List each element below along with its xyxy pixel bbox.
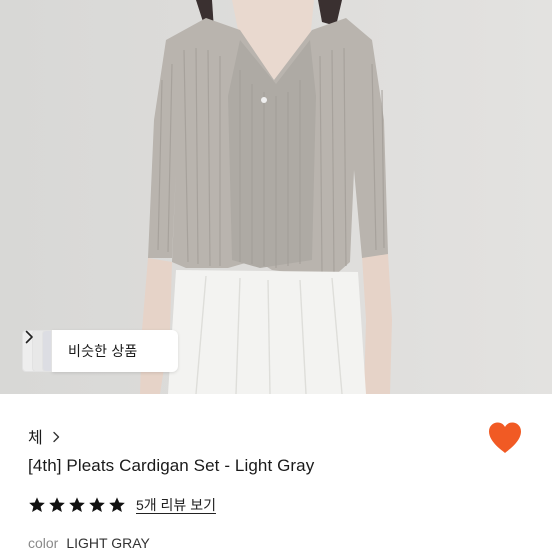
rating-row: 5개 리뷰 보기 [28,495,216,515]
shop-name: 체 [28,430,43,447]
chevron-right-icon [25,330,164,358]
star-icon [68,496,86,514]
shop-link[interactable]: 체 [28,424,61,448]
similar-products-label: 비슷한 상품 [68,343,138,359]
color-label: color [28,535,59,551]
color-value: LIGHT GRAY [66,535,150,551]
product-photo[interactable]: 비슷한 상품 [0,0,552,394]
similar-thumbnail [42,330,52,372]
star-icon [88,496,106,514]
product-title: [4th] Pleats Cardigan Set - Light Gray [28,456,315,475]
similar-products-button[interactable]: 비슷한 상품 [25,330,178,372]
star-icon [28,496,46,514]
chevron-right-icon [51,430,61,443]
heart-icon [489,422,521,453]
similar-products-chip[interactable]: 비슷한 상품 [22,330,178,372]
color-option: color LIGHT GRAY [28,535,150,551]
star-icon [48,496,66,514]
rating-stars [28,496,126,514]
view-reviews-link[interactable]: 5개 리뷰 보기 [136,495,216,515]
star-icon [108,496,126,514]
wishlist-button[interactable] [486,420,524,456]
